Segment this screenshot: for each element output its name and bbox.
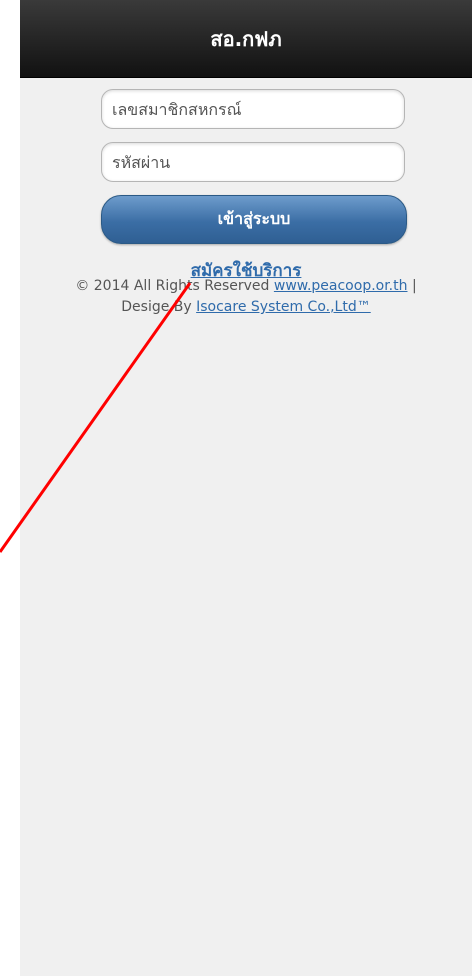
designer-link[interactable]: Isocare System Co.,Ltd™ bbox=[196, 299, 371, 315]
header-title: สอ.กฟภ bbox=[210, 26, 282, 51]
design-by-text: Desige By bbox=[121, 299, 192, 315]
page: สอ.กฟภ เข้าสู่ระบบ สมัครใช้บริการ © 2014… bbox=[0, 0, 472, 976]
app-header: สอ.กฟภ bbox=[20, 0, 472, 78]
footer-separator: | bbox=[411, 278, 417, 294]
copyright-text: © 2014 All Rights Reserved bbox=[75, 278, 270, 294]
site-link[interactable]: www.peacoop.or.th bbox=[274, 278, 408, 294]
footer-line-2: Desige By Isocare System Co.,Ltd™ bbox=[20, 297, 472, 318]
footer-line-1: © 2014 All Rights Reserved www.peacoop.o… bbox=[20, 276, 472, 297]
footer: © 2014 All Rights Reserved www.peacoop.o… bbox=[20, 276, 472, 318]
password-input[interactable] bbox=[101, 142, 405, 182]
member-id-input[interactable] bbox=[101, 89, 405, 129]
mobile-screen: สอ.กฟภ เข้าสู่ระบบ สมัครใช้บริการ © 2014… bbox=[20, 0, 472, 976]
login-button[interactable]: เข้าสู่ระบบ bbox=[101, 195, 407, 244]
